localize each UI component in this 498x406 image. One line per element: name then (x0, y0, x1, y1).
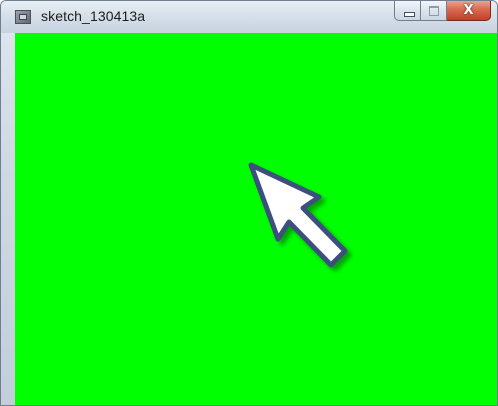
sketch-canvas[interactable] (15, 33, 497, 405)
sketch-window: sketch_130413a X (0, 0, 498, 406)
window-controls: X (394, 1, 491, 23)
close-icon: X (463, 3, 474, 18)
window-title: sketch_130413a (41, 8, 146, 24)
maximize-button[interactable] (421, 1, 447, 21)
minimize-button[interactable] (394, 1, 421, 21)
arrow-cursor-icon (248, 162, 348, 268)
title-bar[interactable]: sketch_130413a X (1, 1, 497, 33)
close-button[interactable]: X (447, 1, 491, 21)
sketch-app-icon[interactable] (15, 10, 31, 24)
maximize-icon (429, 6, 439, 16)
minimize-icon (404, 12, 415, 17)
